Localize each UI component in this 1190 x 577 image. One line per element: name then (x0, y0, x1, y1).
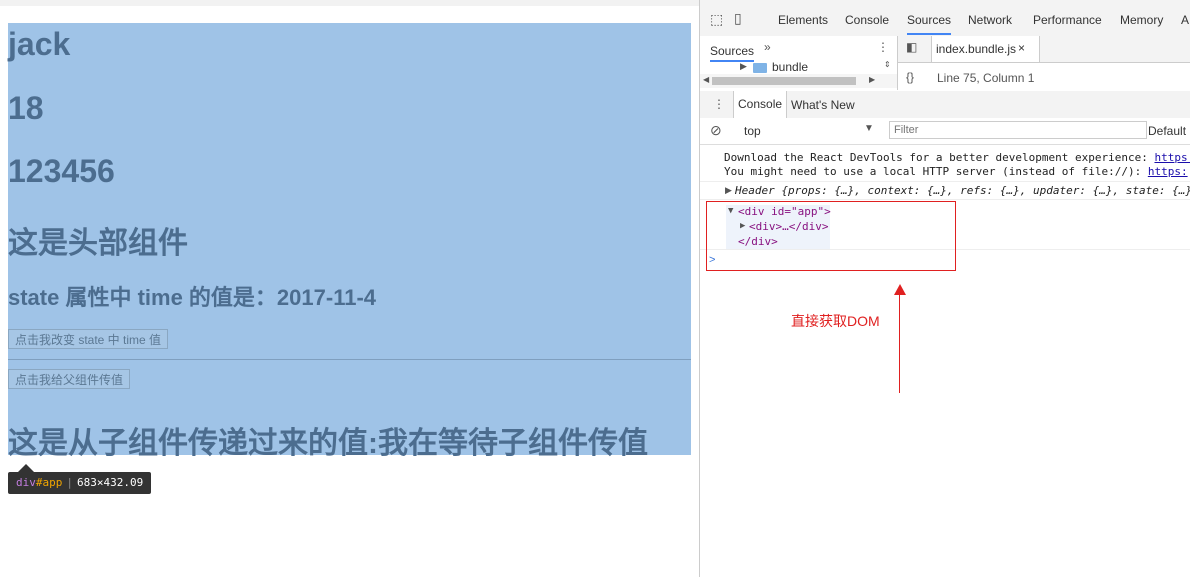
clear-console-icon[interactable]: ⊘ (710, 122, 722, 139)
scrollbar-thumb[interactable] (712, 77, 856, 85)
annotation-arrowhead (894, 284, 906, 295)
kebab-menu-icon[interactable]: ⋮ (877, 40, 889, 54)
tooltip-id: #app (35, 476, 63, 489)
device-toggle-icon[interactable]: ▯ (734, 10, 742, 27)
folder-icon (753, 63, 767, 73)
pass-to-parent-button[interactable]: 点击我给父组件传值 (8, 369, 131, 389)
pretty-print-icon[interactable]: {} (906, 70, 914, 84)
context-select[interactable]: top (744, 124, 761, 138)
file-tab[interactable]: index.bundle.js × (931, 36, 1040, 62)
tab-more[interactable]: A (1181, 13, 1189, 27)
name-heading: jack (8, 26, 71, 62)
inspect-element-icon[interactable]: ⬚ (710, 11, 723, 28)
app-root-highlighted: jack 18 123456 这是头部组件 state 属性中 time 的值是… (8, 23, 691, 460)
console-filter-bar: ⊘ top ▼ Default (700, 118, 1190, 145)
cursor-position: Line 75, Column 1 (937, 71, 1035, 85)
tab-network[interactable]: Network (968, 13, 1012, 27)
scroll-left-icon[interactable]: ◀ (703, 75, 709, 84)
sources-navigator: Sources » ⋮ ▶ bundle ⇕ ◀ ▶ (700, 36, 898, 90)
http-server-message: You might need to use a local HTTP serve… (724, 165, 1148, 178)
tooltip-tag: div (16, 476, 36, 489)
drawer-tab-console[interactable]: Console (733, 91, 788, 118)
sources-nav-tab[interactable]: Sources (710, 42, 755, 62)
tab-console[interactable]: Console (845, 13, 889, 27)
header-object-log[interactable]: Header {props: {…}, context: {…}, refs: … (735, 184, 1190, 197)
drawer-menu-icon[interactable]: ⋮ (713, 97, 725, 111)
file-tab-label: index.bundle.js (936, 42, 1017, 56)
console-message: Download the React DevTools for a better… (724, 151, 1190, 164)
scroll-toggle-icon[interactable]: ⇕ (884, 60, 891, 69)
state-time-text: state 属性中 time 的值是：2017-11-4 (8, 285, 377, 310)
devtools-panel: ⬚ ▯ Elements Console Sources Network Per… (700, 0, 1190, 577)
tab-sources[interactable]: Sources (907, 13, 952, 35)
context-dropdown-icon[interactable]: ▼ (864, 123, 874, 134)
child-value-heading: 这是从子组件传递过来的值:我在等待子组件传值 (8, 427, 648, 460)
element-tooltip: div#app | 683×432.09 (8, 472, 152, 494)
tooltip-separator: | (66, 476, 73, 489)
react-devtools-message: Download the React DevTools for a better… (724, 151, 1155, 164)
age-heading: 18 (8, 90, 44, 126)
message-link[interactable]: https: (1148, 165, 1188, 178)
message-divider (700, 181, 1190, 182)
close-file-icon[interactable]: × (1018, 41, 1025, 55)
drawer-tab-whats-new[interactable]: What's New (791, 98, 855, 112)
annotation-arrow-line (899, 292, 900, 393)
horizontal-scrollbar[interactable]: ◀ ▶ (700, 74, 897, 88)
tree-item-bundle[interactable]: bundle (772, 60, 808, 74)
expand-triangle-icon[interactable]: ▶ (740, 61, 747, 72)
tooltip-arrow (18, 464, 34, 472)
editor-status: {} Line 75, Column 1 (898, 63, 1190, 90)
change-state-button[interactable]: 点击我改变 state 中 time 值 (8, 329, 169, 349)
scroll-right-icon[interactable]: ▶ (869, 75, 875, 84)
console-filter-input[interactable] (889, 121, 1147, 139)
annotation-label: 直接获取DOM (791, 313, 880, 329)
tab-memory[interactable]: Memory (1120, 13, 1163, 27)
tab-elements[interactable]: Elements (778, 13, 828, 27)
devtools-toolbar: ⬚ ▯ Elements Console Sources Network Per… (700, 0, 1190, 37)
drawer-tabbar: ⋮ Console What's New (700, 91, 1190, 119)
more-tabs-chevron-icon[interactable]: » (764, 40, 771, 54)
expand-object-icon[interactable]: ▶ (725, 185, 732, 196)
tooltip-size: 683×432.09 (77, 476, 144, 489)
console-drawer: ⋮ Console What's New ⊘ top ▼ Default Dow… (700, 91, 1190, 577)
message-divider (700, 199, 1190, 200)
annotation-highlight-box (706, 201, 956, 271)
header-component-heading: 这是头部组件 (8, 227, 188, 260)
toggle-navigator-icon[interactable]: ◧ (906, 40, 917, 54)
number-heading: 123456 (8, 153, 115, 189)
log-levels-select[interactable]: Default (1148, 124, 1186, 138)
message-link[interactable]: https: (1154, 151, 1190, 164)
tab-performance[interactable]: Performance (1033, 13, 1102, 27)
divider-line (8, 359, 691, 360)
console-message: You might need to use a local HTTP serve… (724, 165, 1188, 178)
editor-header: ◧ index.bundle.js × (898, 36, 1190, 63)
